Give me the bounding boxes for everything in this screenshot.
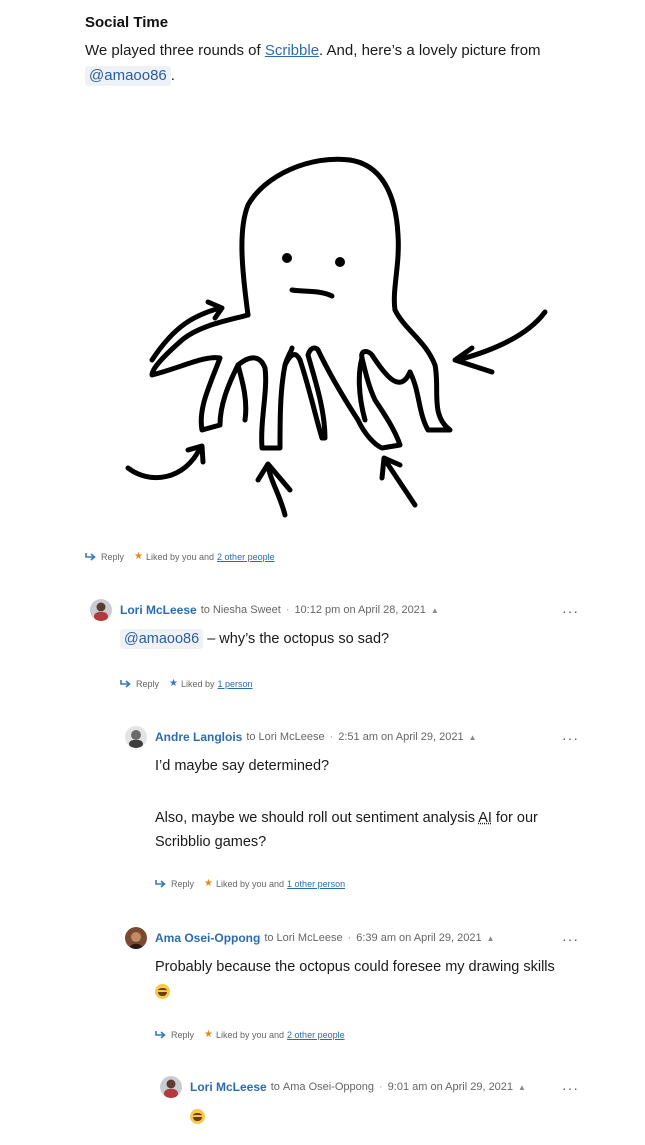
- recipient-name[interactable]: Lori McLeese: [259, 731, 325, 743]
- avatar[interactable]: [90, 599, 112, 621]
- scribble-link[interactable]: Scribble: [265, 42, 319, 59]
- comment-header: Andre Langlois to Lori McLeese · 2:51 am…: [125, 726, 477, 748]
- comment-time[interactable]: 9:01 am on April 29, 2021: [388, 1081, 513, 1093]
- separator: ·: [347, 932, 352, 944]
- ai-abbreviation: AI: [478, 810, 492, 826]
- reply-label: Reply: [171, 878, 195, 889]
- reply-label: Reply: [101, 551, 125, 562]
- comment-body: I’d maybe say determined? Also, maybe we…: [155, 754, 575, 854]
- comment-text: I’d maybe say determined?: [155, 758, 330, 774]
- reply-button[interactable]: Reply: [120, 679, 159, 689]
- comment-time[interactable]: 10:12 pm on April 28, 2021: [294, 604, 425, 616]
- likers-link[interactable]: 2 other people: [217, 552, 275, 562]
- separator: ·: [379, 1081, 383, 1093]
- separator: ·: [285, 604, 290, 616]
- star-icon[interactable]: ★: [204, 1029, 213, 1040]
- comment-text-part: Also, maybe we should roll out sentiment…: [155, 810, 479, 826]
- more-options-icon[interactable]: ···: [562, 931, 579, 947]
- recipient-name[interactable]: Ama Osei-Oppong: [283, 1081, 374, 1093]
- octopus-drawing: [125, 156, 548, 518]
- post-actions: Reply ★ Liked by you and 2 other people: [85, 551, 275, 562]
- star-icon[interactable]: ★: [204, 878, 213, 889]
- likers-link[interactable]: 1 other person: [287, 879, 345, 889]
- avatar[interactable]: [125, 927, 147, 949]
- more-options-icon[interactable]: ···: [562, 1080, 579, 1096]
- intro-text-suffix: . And, here’s a lovely picture from: [319, 42, 541, 59]
- comment-text: Probably because the octopus could fores…: [155, 959, 555, 975]
- comment-author[interactable]: Lori McLeese: [120, 603, 197, 617]
- comment-time[interactable]: 6:39 am on April 29, 2021: [356, 932, 481, 944]
- reply-label: Reply: [171, 1029, 195, 1040]
- avatar[interactable]: [160, 1076, 182, 1098]
- collapse-caret-icon[interactable]: ▲: [431, 606, 439, 615]
- section-title: Social Time: [85, 14, 169, 31]
- comment-author[interactable]: Lori McLeese: [190, 1080, 267, 1094]
- collapse-caret-icon[interactable]: ▲: [487, 934, 495, 943]
- comment-header: Lori McLeese to Niesha Sweet · 10:12 pm …: [90, 599, 439, 621]
- to-label: to: [246, 731, 256, 743]
- likers-link[interactable]: 2 other people: [287, 1030, 345, 1040]
- comment-text: – why’s the octopus so sad?: [203, 631, 390, 647]
- reply-icon: [155, 880, 166, 888]
- recipient-name[interactable]: Lori McLeese: [277, 932, 343, 944]
- to-label: to: [200, 604, 210, 616]
- star-icon[interactable]: ★: [134, 551, 143, 562]
- comment-text-part: for our: [491, 810, 538, 826]
- laughing-emoji-icon: [190, 1108, 205, 1124]
- avatar[interactable]: [125, 726, 147, 748]
- comment-author[interactable]: Andre Langlois: [155, 730, 242, 744]
- comment-text: Scribblio games?: [155, 834, 267, 850]
- collapse-caret-icon[interactable]: ▲: [469, 733, 477, 742]
- more-options-icon[interactable]: ···: [562, 603, 579, 619]
- comment-header: Ama Osei-Oppong to Lori McLeese · 6:39 a…: [125, 927, 495, 949]
- to-label: to: [264, 932, 274, 944]
- liked-prefix: Liked by you and: [215, 878, 285, 889]
- intro-text: We played three rounds of: [85, 42, 265, 59]
- laughing-emoji-icon: [155, 983, 170, 999]
- liked-prefix: Liked by you and: [145, 551, 215, 562]
- to-label: to: [270, 1081, 280, 1093]
- comment-text: Also, maybe we should roll out sentiment…: [155, 806, 575, 830]
- reply-icon: [120, 680, 131, 688]
- user-mention[interactable]: @amaoo86: [85, 66, 171, 86]
- user-mention[interactable]: @amaoo86: [120, 629, 204, 649]
- reply-icon: [155, 1031, 166, 1039]
- reply-button[interactable]: Reply: [85, 552, 124, 562]
- comment-body: @amaoo86 – why’s the octopus so sad?: [120, 627, 389, 651]
- liked-prefix: Liked by: [180, 678, 215, 689]
- recipient-name[interactable]: Niesha Sweet: [213, 604, 281, 616]
- reply-button[interactable]: Reply: [155, 879, 194, 889]
- collapse-caret-icon[interactable]: ▲: [518, 1083, 526, 1092]
- likers-link[interactable]: 1 person: [218, 679, 253, 689]
- comment-header: Lori McLeese to Ama Osei-Oppong · 9:01 a…: [160, 1076, 526, 1098]
- intro-end: .: [170, 67, 175, 84]
- star-icon[interactable]: ★: [169, 678, 178, 689]
- comment-author[interactable]: Ama Osei-Oppong: [155, 931, 260, 945]
- comment-body: Probably because the octopus could fores…: [155, 955, 595, 1003]
- more-options-icon[interactable]: ···: [562, 730, 579, 746]
- comment-actions: Reply ★ Liked by you and 1 other person: [155, 878, 345, 889]
- comment-actions: Reply ★ Liked by you and 2 other people: [155, 1029, 345, 1040]
- separator: ·: [329, 731, 334, 743]
- comment-actions: Reply ★ Liked by 1 person: [120, 678, 253, 689]
- reply-icon: [85, 553, 96, 561]
- comment-time[interactable]: 2:51 am on April 29, 2021: [338, 731, 463, 743]
- comment-body: [190, 1104, 205, 1128]
- post-intro: We played three rounds of Scribble. And,…: [85, 38, 565, 88]
- liked-prefix: Liked by you and: [215, 1029, 285, 1040]
- reply-button[interactable]: Reply: [155, 1030, 194, 1040]
- reply-label: Reply: [136, 678, 160, 689]
